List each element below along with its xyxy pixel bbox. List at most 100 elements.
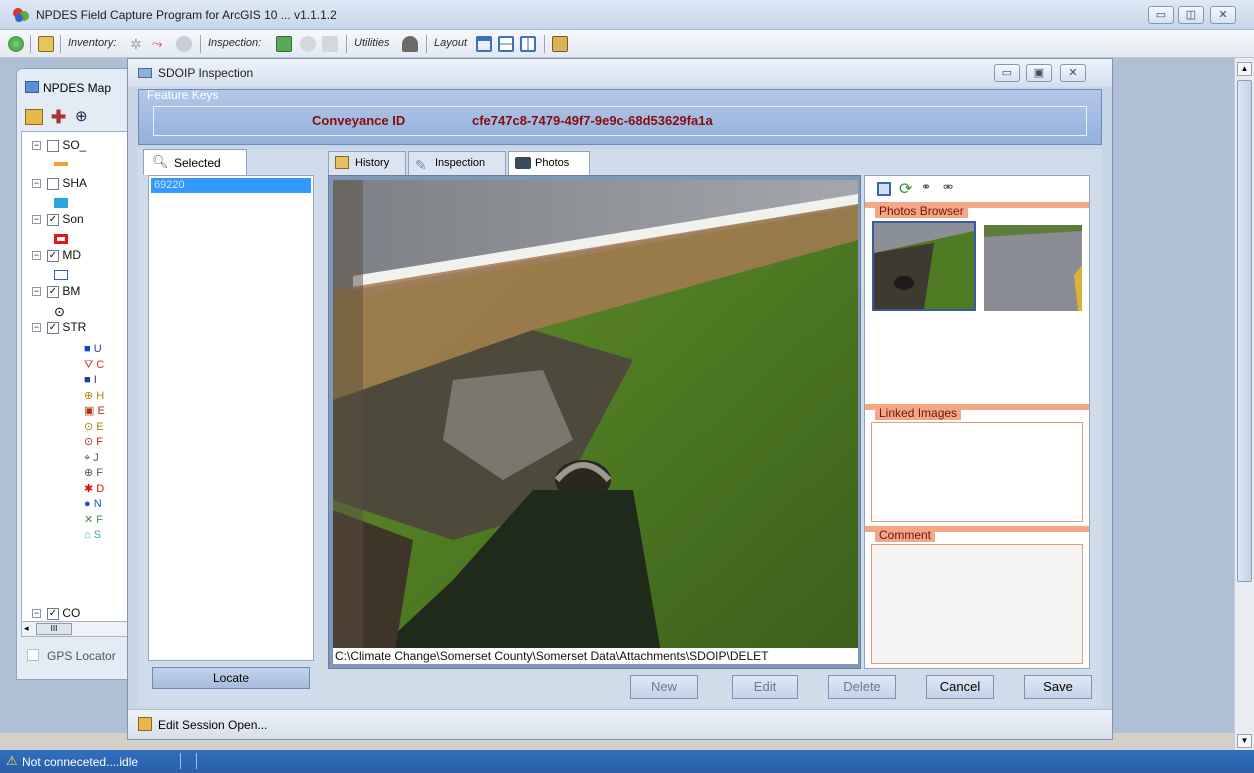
inventory-label: Inventory:	[68, 37, 117, 49]
layer-row[interactable]: − SO_	[32, 138, 86, 152]
polygon-outline-symbol	[54, 270, 68, 280]
divider	[196, 753, 197, 769]
inspection-form-icon[interactable]	[276, 36, 292, 52]
thumbnail-image	[874, 223, 974, 309]
comment-label: Comment	[875, 528, 936, 542]
toc-title: NPDES Map	[43, 81, 112, 95]
structure-legend-symbols: ■ U ⛛ C ■ I ⊕ H ▣ E ⊙ E ⊙ F ⌖ J ⊕ F ✱ D …	[84, 343, 105, 541]
inspection-workspace: 🔍︎ Selected 69220 Locate History ✎ Inspe…	[138, 149, 1102, 707]
tab-history[interactable]: History	[328, 151, 406, 175]
layer-checkbox[interactable]: ✓	[47, 321, 59, 334]
minimize-button[interactable]: ▭	[1148, 6, 1174, 24]
linked-images-box[interactable]	[871, 422, 1083, 522]
selected-features-list[interactable]: 69220	[148, 175, 314, 661]
tab-selected[interactable]: 🔍︎ Selected	[143, 149, 247, 175]
culvert-photo	[333, 180, 858, 664]
main-toolbar: Inventory: ✲ ⤳ Inspection: Utilities Lay…	[0, 30, 1254, 58]
conveyance-id-label: Conveyance ID	[312, 113, 406, 128]
scroll-down-icon[interactable]: ▼	[1237, 734, 1252, 748]
close-button[interactable]: ✕	[1210, 6, 1236, 24]
gps-locator-checkbox[interactable]	[27, 649, 39, 661]
layer-row[interactable]: − ✓ MD	[32, 248, 81, 262]
layer-row[interactable]: − ✓ BM	[32, 284, 80, 298]
globe-icon[interactable]	[8, 36, 24, 52]
form-icon	[138, 68, 152, 78]
restore-button[interactable]: ◫	[1178, 6, 1204, 24]
edit-button[interactable]: Edit	[732, 675, 798, 699]
tab-inspection[interactable]: ✎ Inspection	[408, 151, 506, 175]
disabled-circle-icon	[176, 36, 192, 52]
photo-viewer[interactable]: C:\Climate Change\Somerset County\Somers…	[328, 175, 861, 669]
layer-checkbox[interactable]: ✓	[47, 607, 59, 620]
utilities-label: Utilities	[354, 37, 390, 49]
app-status-bar: ⚠ Not conneceted....idle	[0, 750, 1254, 773]
tab-photos[interactable]: Photos	[508, 151, 590, 175]
link-icon[interactable]: ⚭	[921, 180, 931, 194]
open-folder-icon[interactable]	[25, 109, 43, 125]
tab-inspection-label: Inspection	[435, 157, 486, 169]
dialog-close-button[interactable]: ✕	[1060, 64, 1086, 82]
unlink-icon[interactable]: ⚮	[943, 180, 953, 194]
clipboard-icon[interactable]	[552, 36, 568, 52]
layer-row[interactable]: − ✓ STR	[32, 320, 86, 334]
delete-button[interactable]: Delete	[828, 675, 896, 699]
tab-photos-label: Photos	[535, 157, 570, 169]
photos-browser[interactable]	[871, 220, 1083, 404]
inspection-pencil-icon: ✎	[415, 157, 427, 173]
photo-thumbnail[interactable]	[872, 221, 976, 311]
history-icon	[335, 156, 349, 169]
toc-scroll-thumb[interactable]: III	[36, 623, 72, 635]
note-icon	[322, 36, 338, 52]
scroll-thumb[interactable]	[1237, 80, 1252, 582]
photos-side-panel: ⟳ ⚭ ⚮ Photos Browser Linked Images Comme…	[864, 175, 1090, 669]
gps-locator-label: GPS Locator	[47, 649, 116, 663]
layer-row[interactable]: − ✓ Son	[32, 212, 84, 226]
save-button[interactable]: Save	[1024, 675, 1092, 699]
layer-row[interactable]: − SHA	[32, 176, 87, 190]
layer-checkbox[interactable]: ✓	[47, 213, 59, 226]
dialog-title: SDOIP Inspection	[158, 66, 254, 80]
lock-icon	[138, 717, 152, 731]
selected-tab-label: Selected	[174, 156, 221, 170]
app-title: NPDES Field Capture Program for ArcGIS 1…	[36, 8, 337, 22]
scroll-left-icon[interactable]: ◂	[24, 623, 29, 634]
refresh-icon[interactable]: ⟳	[899, 179, 912, 199]
dialog-minimize-button[interactable]: ▭	[994, 64, 1020, 82]
layout-split-vertical-icon[interactable]	[520, 36, 536, 52]
map-layers-icon	[25, 81, 39, 93]
copy-photo-icon[interactable]	[877, 182, 891, 196]
add-data-icon[interactable]: ✚	[51, 107, 66, 128]
app-title-bar: NPDES Field Capture Program for ArcGIS 1…	[0, 0, 1254, 30]
scroll-up-icon[interactable]: ▲	[1237, 62, 1252, 76]
magnifier-icon: 🔍︎	[152, 154, 169, 169]
layout-split-horizontal-icon[interactable]	[498, 36, 514, 52]
layout-label: Layout	[434, 37, 468, 49]
conveyance-id-value: cfe747c8-7479-49f7-9e9c-68d53629fa1a	[472, 113, 713, 128]
comment-textarea[interactable]	[871, 544, 1083, 664]
target-icon	[300, 36, 316, 52]
user-icon[interactable]	[402, 36, 418, 52]
layer-checkbox[interactable]: ✓	[47, 249, 59, 262]
layout-top-icon[interactable]	[476, 36, 492, 52]
gear-icon[interactable]: ✲	[130, 36, 146, 52]
dialog-title-bar: SDOIP Inspection ▭ ▣ ✕	[128, 59, 1112, 87]
dialog-maximize-button[interactable]: ▣	[1026, 64, 1052, 82]
polygon-outline-symbol	[54, 234, 68, 244]
new-button[interactable]: New	[630, 675, 698, 699]
linked-images-label: Linked Images	[875, 406, 962, 420]
connection-status: Not conneceted....idle	[22, 755, 139, 769]
list-item[interactable]: 69220	[151, 178, 311, 193]
workspace-scrollbar[interactable]: ▲ ▼	[1234, 58, 1254, 750]
cancel-button[interactable]: Cancel	[926, 675, 994, 699]
layer-checkbox[interactable]: ✓	[47, 285, 59, 298]
layer-row[interactable]: − ✓ CO	[32, 606, 80, 620]
layer-checkbox[interactable]	[47, 177, 59, 190]
photo-thumbnail[interactable]	[984, 225, 1082, 311]
zoom-in-icon[interactable]: ⊕	[75, 107, 88, 125]
line-symbol	[54, 162, 68, 166]
layer-checkbox[interactable]	[47, 139, 59, 152]
locate-button[interactable]: Locate	[152, 667, 310, 689]
connect-lines-icon[interactable]: ⤳	[152, 36, 168, 52]
map-document-icon[interactable]	[38, 36, 54, 52]
feature-keys-group: Feature Keys Conveyance ID cfe747c8-7479…	[138, 88, 1102, 145]
